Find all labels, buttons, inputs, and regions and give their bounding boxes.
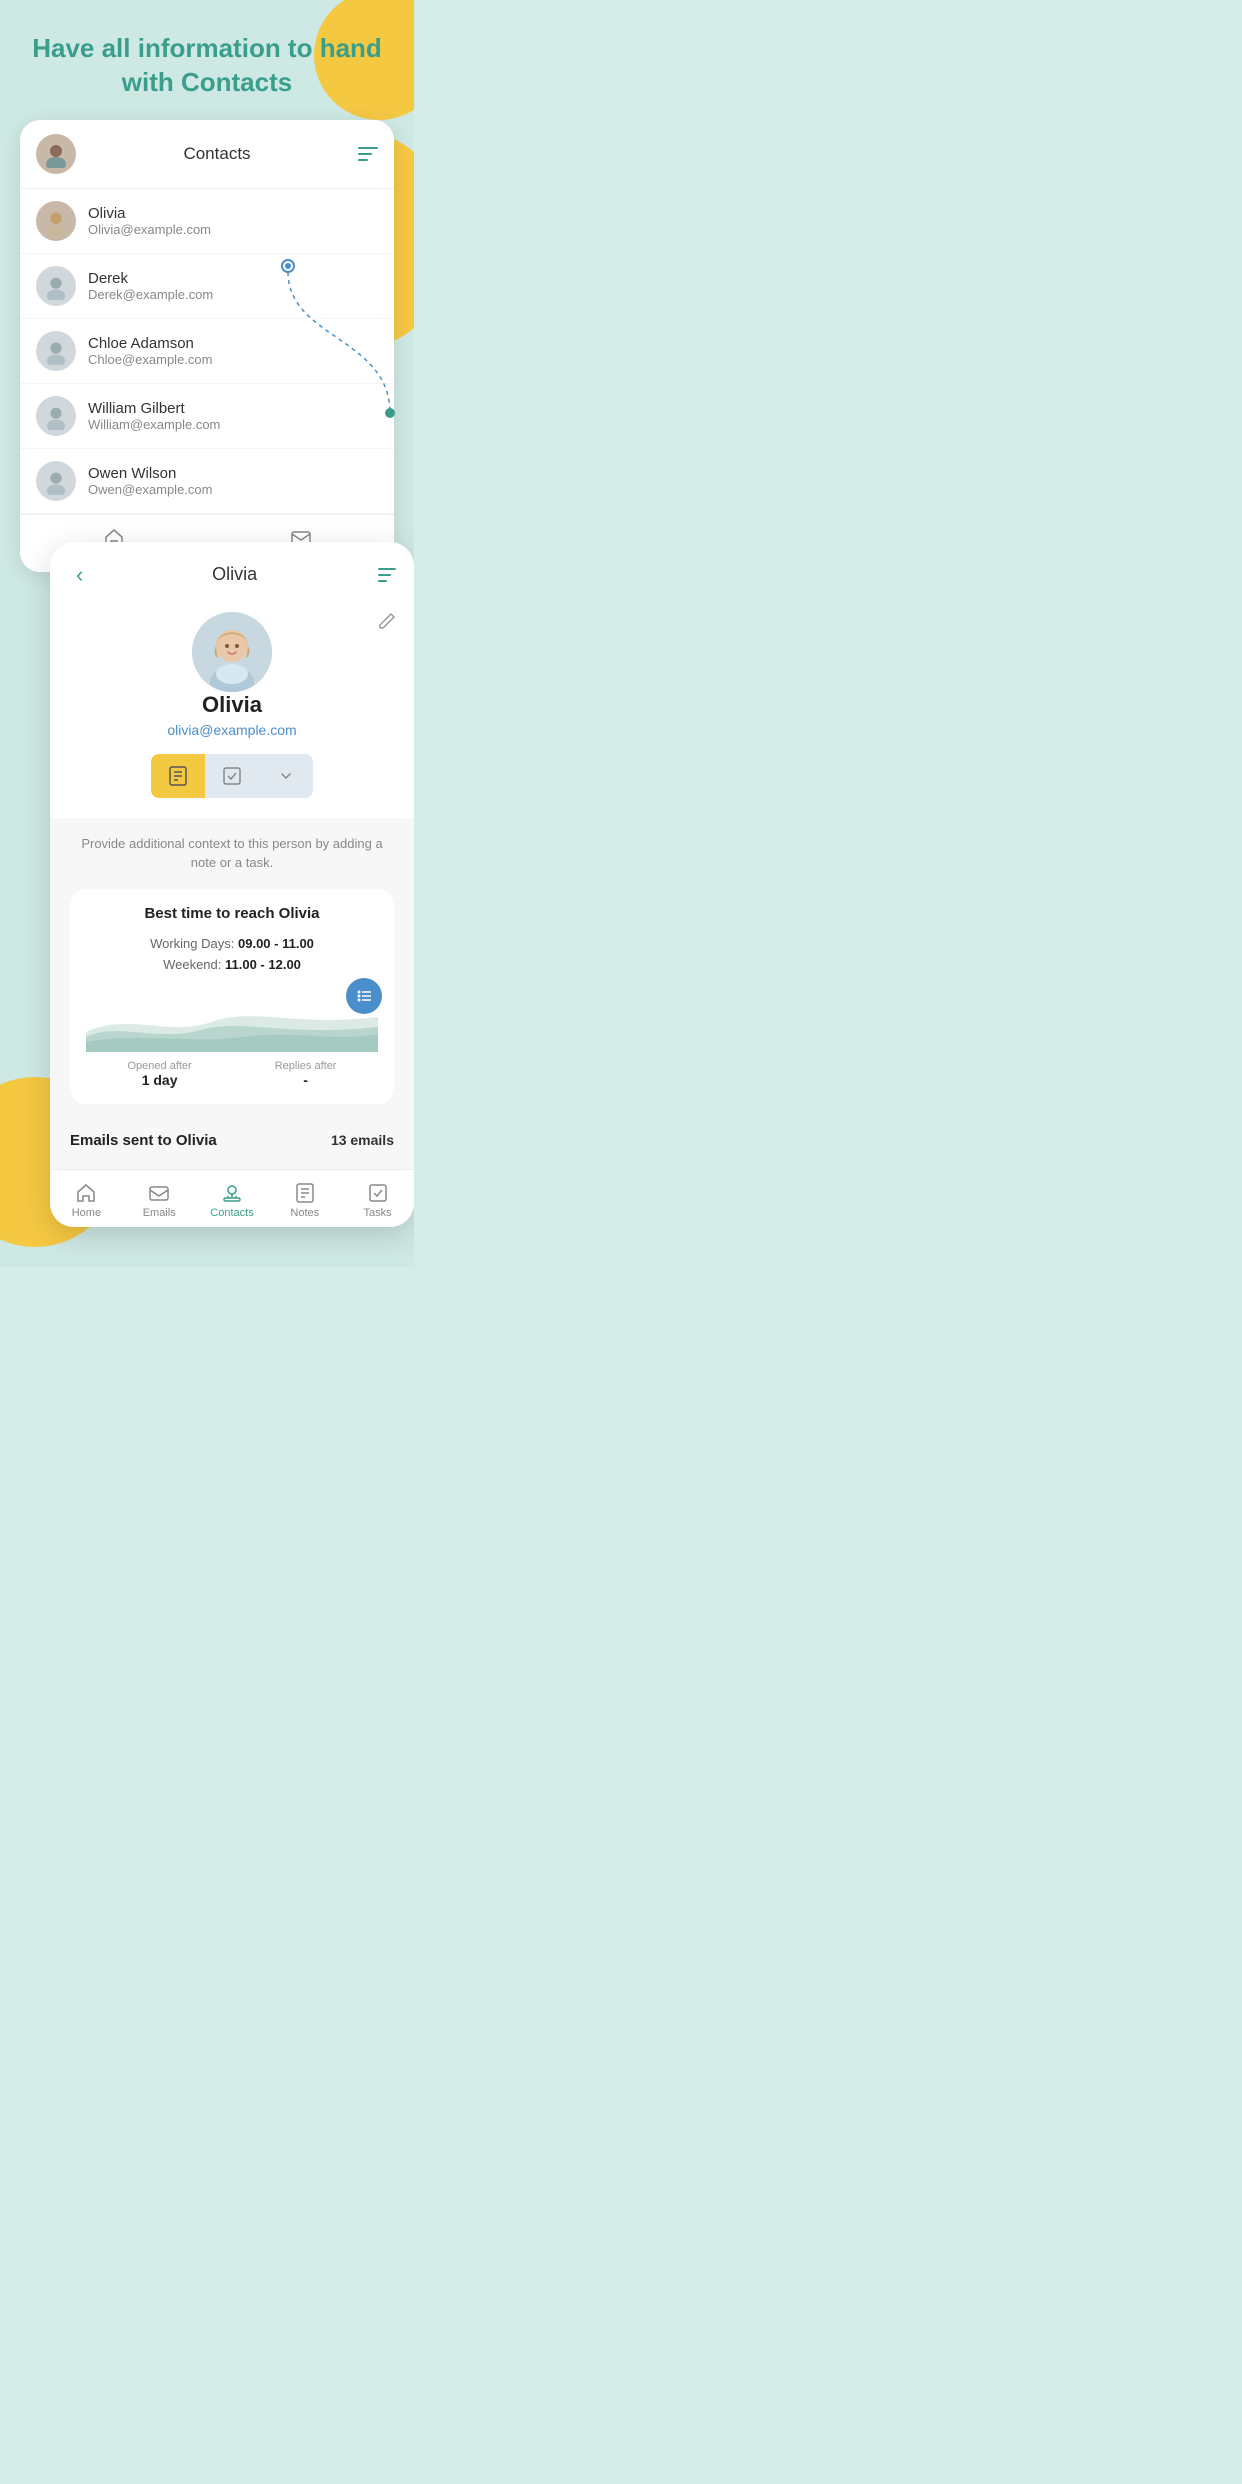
weekend-row: Weekend: 11.00 - 12.00 — [86, 957, 378, 972]
working-days-label: Working Days: — [150, 936, 234, 951]
olivia-email: Olivia@example.com — [88, 222, 211, 237]
contact-detail-card: ‹ Olivia — [50, 542, 414, 1227]
nav-emails[interactable]: Emails — [123, 1182, 196, 1219]
working-days-row: Working Days: 09.00 - 11.00 — [86, 936, 378, 951]
nav-tasks[interactable]: Tasks — [341, 1182, 414, 1219]
chloe-email: Chloe@example.com — [88, 352, 212, 367]
nav-home[interactable]: Home — [50, 1182, 123, 1219]
edit-button[interactable] — [378, 612, 396, 635]
nav-notes[interactable]: Notes — [268, 1182, 341, 1219]
page-title: Have all information to hand with Contac… — [24, 32, 390, 100]
emails-sent-label: Emails sent to Olivia — [70, 1132, 217, 1149]
detail-bottom-nav: Home Emails Contacts — [50, 1169, 414, 1227]
detail-menu-icon[interactable] — [378, 568, 396, 582]
tasks-tab-button[interactable] — [205, 754, 259, 798]
contact-item-william[interactable]: William Gilbert William@example.com — [20, 384, 394, 449]
owen-name: Owen Wilson — [88, 465, 212, 482]
best-time-card: Best time to reach Olivia Working Days: … — [70, 889, 394, 1104]
owen-email: Owen@example.com — [88, 482, 212, 497]
weekend-label: Weekend: — [163, 957, 221, 972]
nav-notes-label: Notes — [290, 1207, 319, 1219]
back-button[interactable]: ‹ — [68, 558, 91, 592]
detail-header: ‹ Olivia — [50, 542, 414, 602]
william-name: William Gilbert — [88, 400, 220, 417]
tab-buttons — [151, 754, 313, 798]
contacts-list-title: Contacts — [183, 144, 250, 164]
nav-contacts-label: Contacts — [210, 1207, 253, 1219]
opened-after-stat: Opened after 1 day — [128, 1060, 192, 1088]
chart-area — [86, 982, 378, 1052]
chloe-avatar — [36, 331, 76, 371]
william-info: William Gilbert William@example.com — [88, 400, 220, 432]
hint-text: Provide additional context to this perso… — [70, 834, 394, 873]
nav-contacts[interactable]: Contacts — [196, 1182, 269, 1219]
page-wrapper: Have all information to hand with Contac… — [0, 0, 414, 1267]
emails-nav-icon — [148, 1182, 170, 1204]
emails-count: 13 emails — [331, 1132, 394, 1148]
weekend-value: 11.00 - 12.00 — [225, 957, 301, 972]
owen-info: Owen Wilson Owen@example.com — [88, 465, 212, 497]
contact-item-chloe[interactable]: Chloe Adamson Chloe@example.com — [20, 319, 394, 384]
olivia-avatar — [36, 201, 76, 241]
notes-nav-icon — [294, 1182, 316, 1204]
header-avatar — [36, 134, 76, 174]
opened-after-label: Opened after — [128, 1060, 192, 1072]
chloe-name: Chloe Adamson — [88, 335, 212, 352]
profile-name: Olivia — [202, 692, 262, 718]
profile-email: olivia@example.com — [167, 722, 296, 738]
derek-name: Derek — [88, 270, 213, 287]
opened-after-value: 1 day — [128, 1072, 192, 1088]
home-nav-icon — [75, 1182, 97, 1204]
replies-after-label: Replies after — [275, 1060, 337, 1072]
profile-avatar — [192, 612, 272, 692]
notes-tab-button[interactable] — [151, 754, 205, 798]
olivia-info: Olivia Olivia@example.com — [88, 205, 211, 237]
detail-title: Olivia — [212, 564, 257, 585]
emails-sent-row: Emails sent to Olivia 13 emails — [70, 1120, 394, 1153]
contacts-list-card: Contacts Olivia Olivia@example.com — [20, 120, 394, 572]
detail-body: Provide additional context to this perso… — [50, 818, 414, 1169]
owen-avatar — [36, 461, 76, 501]
chloe-info: Chloe Adamson Chloe@example.com — [88, 335, 212, 367]
william-email: William@example.com — [88, 417, 220, 432]
working-days-value: 09.00 - 11.00 — [238, 936, 314, 951]
derek-info: Derek Derek@example.com — [88, 270, 213, 302]
page-header: Have all information to hand with Contac… — [0, 0, 414, 120]
contacts-nav-icon — [221, 1182, 243, 1204]
nav-home-label: Home — [72, 1207, 101, 1219]
contact-item-olivia[interactable]: Olivia Olivia@example.com — [20, 189, 394, 254]
detail-profile: Olivia olivia@example.com — [50, 602, 414, 818]
contact-item-owen[interactable]: Owen Wilson Owen@example.com — [20, 449, 394, 514]
stats-row: Opened after 1 day Replies after - — [86, 1060, 378, 1088]
tasks-nav-icon — [367, 1182, 389, 1204]
replies-after-stat: Replies after - — [275, 1060, 337, 1088]
nav-tasks-label: Tasks — [364, 1207, 392, 1219]
dropdown-tab-button[interactable] — [259, 754, 313, 798]
replies-after-value: - — [275, 1072, 337, 1088]
nav-emails-label: Emails — [143, 1207, 176, 1219]
derek-email: Derek@example.com — [88, 287, 213, 302]
william-avatar — [36, 396, 76, 436]
contacts-list-header: Contacts — [20, 120, 394, 189]
best-time-title: Best time to reach Olivia — [86, 905, 378, 922]
contact-item-derek[interactable]: Derek Derek@example.com — [20, 254, 394, 319]
contacts-menu-icon[interactable] — [358, 147, 378, 161]
derek-avatar — [36, 266, 76, 306]
olivia-name: Olivia — [88, 205, 211, 222]
